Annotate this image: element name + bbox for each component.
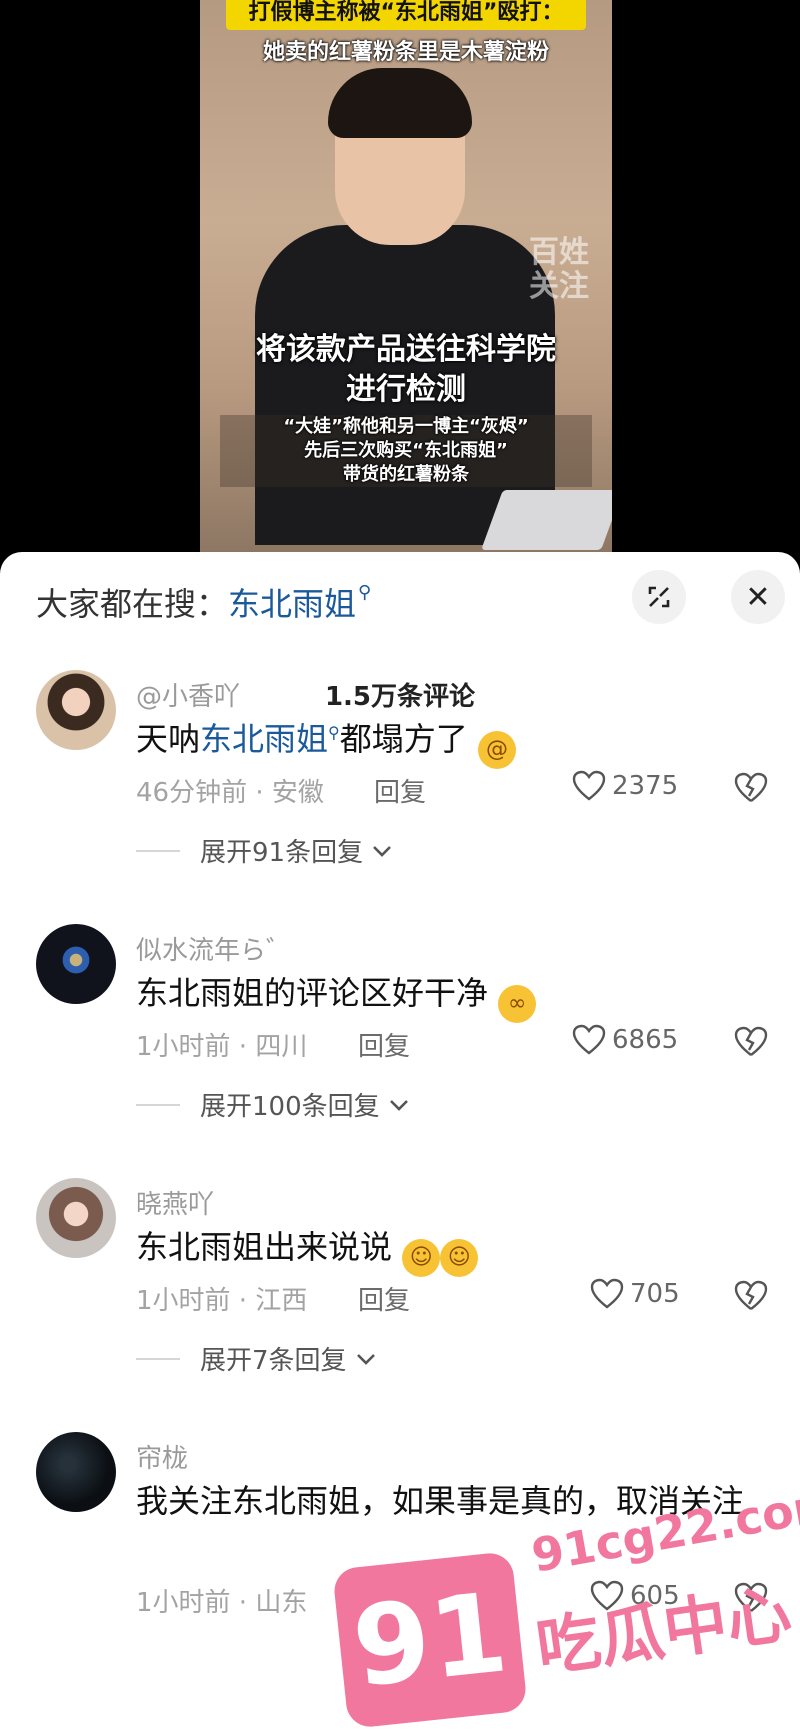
video-frame[interactable]: 打假博主称被“东北雨姐”殴打： 她卖的红薯粉条里是木薯淀粉 百姓关注 将该款产品… [200,0,612,552]
expand-sheet-button[interactable] [632,570,686,624]
close-icon: ✕ [745,579,771,615]
comment-meta: 1小时前 · 江西 [136,1286,308,1316]
heart-icon [590,1580,624,1611]
heart-icon [572,1024,606,1055]
video-person-hair [328,68,472,138]
expand-replies-label: 展开91条回复 [200,838,364,868]
chevron-down-icon [389,1099,408,1111]
heart-icon [572,770,606,801]
comment-username[interactable]: @小香吖 [136,676,240,713]
search-suggestion[interactable]: 大家都在搜： 东北雨姐 ⚲ [36,580,371,624]
like-count: 6865 [612,1025,679,1055]
reply-button[interactable]: 回复 [374,772,426,809]
rofl-emoji-icon: ∞ [498,985,537,1023]
reply-button[interactable]: 回复 [358,1280,410,1317]
dislike-button[interactable] [734,1582,768,1618]
search-icon: ⚲ [328,723,340,742]
reply-button[interactable]: 回复 [358,1026,410,1063]
comment-count: 1.5万条评论 [324,682,476,712]
like-button[interactable]: 2375 [572,770,678,802]
comment-text: 我关注东北雨姐，如果事是真的，取消关注 [136,1482,745,1520]
comment-text: 天呐东北雨姐⚲都塌方了 @ [136,716,756,769]
video-caption-main-line1: 将该款产品送往科学院 [256,332,556,367]
comment-username[interactable]: 似水流年ら゛ [136,930,292,967]
avatar[interactable] [36,924,116,1004]
comment-meta: 1小时前 · 山东 [136,1588,308,1618]
search-suggestion-prefix: 大家都在搜： [36,585,229,623]
comment-username[interactable]: 帘栊 [136,1438,188,1475]
video-caption-sub: “大娃”称他和另一博主“灰烬” 先后三次购买“东北雨姐” 带货的红薯粉条 [220,415,592,487]
comment-text: 东北雨姐的评论区好干净 ∞ [136,970,756,1023]
expand-replies-label: 展开7条回复 [200,1346,347,1376]
video-caption-sub-line2: 先后三次购买“东北雨姐” [304,440,508,461]
like-button[interactable]: 6865 [572,1024,678,1056]
broken-heart-icon [734,1280,768,1310]
divider [136,1357,180,1360]
avatar[interactable] [36,670,116,750]
video-headline-banner: 打假博主称被“东北雨姐”殴打： [226,0,586,30]
laughing-emoji-icon: ☺ [440,1239,479,1277]
dislike-button[interactable] [734,1280,768,1316]
video-caption-main: 将该款产品送往科学院 进行检测 [200,330,612,410]
comments-sheet: 大家都在搜： 东北雨姐 ⚲ ✕ 1.5万条评论 @小香吖 天呐东北雨姐⚲都塌方了… [0,552,800,1733]
like-count: 705 [630,1279,680,1309]
avatar[interactable] [36,1432,116,1512]
search-icon: ⚲ [358,581,372,603]
dislike-button[interactable] [734,1026,768,1062]
comment-meta: 1小时前 · 四川 [136,1032,308,1062]
comment-text-pre: 天呐 [136,720,201,758]
chevron-down-icon [373,845,392,857]
reply-button[interactable]: 回复 [358,1582,410,1619]
close-button[interactable]: ✕ [731,570,785,624]
video-caption-sub-line3: 带货的红薯粉条 [343,464,469,485]
expand-icon [648,586,670,608]
expand-replies-label: 展开100条回复 [200,1092,380,1122]
dizzy-face-emoji-icon: @ [477,731,516,769]
video-laptop [481,490,612,550]
video-caption-sub-line1: “大娃”称他和另一博主“灰烬” [283,416,529,437]
chevron-down-icon [356,1353,375,1365]
comment-text-body: 东北雨姐的评论区好干净 [136,974,489,1012]
broken-heart-icon [734,1026,768,1056]
like-button[interactable]: 605 [590,1580,680,1612]
expand-replies-button[interactable]: 展开7条回复 [136,1340,377,1377]
like-count: 605 [630,1581,680,1611]
like-count: 2375 [612,771,679,801]
divider [136,849,180,852]
comment-username[interactable]: 晓燕吖 [136,1184,214,1221]
comment-meta: 46分钟前 · 安徽 [136,778,324,808]
video-brand-watermark: 百姓关注 [529,235,589,304]
broken-heart-icon [734,1582,768,1612]
dislike-button[interactable] [734,772,768,808]
comment-text-post: 都塌方了 [339,720,468,758]
expand-replies-button[interactable]: 展开91条回复 [136,832,393,869]
like-button[interactable]: 705 [590,1278,680,1310]
heart-icon [590,1278,624,1309]
comment-search-link[interactable]: 东北雨姐 [200,720,328,758]
laughing-emoji-icon: ☺ [402,1239,441,1277]
video-headline-subtitle: 她卖的红薯粉条里是木薯淀粉 [262,40,549,65]
comment-text-body: 东北雨姐出来说说 [136,1228,393,1266]
broken-heart-icon [734,772,768,802]
avatar[interactable] [36,1178,116,1258]
video-caption-main-line2: 进行检测 [346,372,466,407]
search-suggestion-term[interactable]: 东北雨姐 [228,579,356,625]
expand-replies-button[interactable]: 展开100条回复 [136,1086,410,1123]
divider [136,1103,180,1106]
comment-text: 东北雨姐出来说说 ☺ ☺ [136,1224,756,1277]
video-player[interactable]: 打假博主称被“东北雨姐”殴打： 她卖的红薯粉条里是木薯淀粉 百姓关注 将该款产品… [0,0,800,560]
